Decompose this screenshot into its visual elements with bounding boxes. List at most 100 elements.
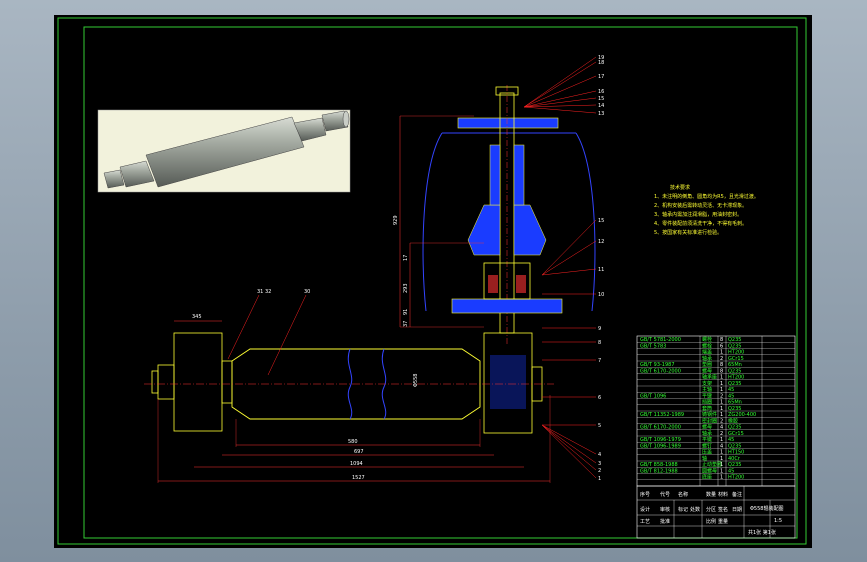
bom-material: 65Mn xyxy=(728,362,742,368)
bom-row: GB/T 812-1988 圆螺母 1 45 xyxy=(637,467,795,474)
balloon-top-16: 16 xyxy=(598,89,604,95)
bom-row: GB/T 1096-1979 平键 1 45 xyxy=(637,436,795,443)
technical-requirements: 技术要求 1、未注明的倒角、圆角均为R5，且光滑过渡。 2、机构安装后需转动灵活、无… xyxy=(654,184,759,236)
bom-row: GB/T 1096-1989 螺钉 4 Q235 xyxy=(637,442,795,449)
bom-name: 底座 xyxy=(702,474,712,481)
bom-name: 支架 xyxy=(702,380,712,387)
title-cell: 设计 xyxy=(640,506,650,513)
balloon-top-13: 13 xyxy=(598,111,604,117)
bom-material: HT200 xyxy=(728,350,744,356)
bom-qty: 2 xyxy=(720,431,723,437)
bom-name: 圆螺母 xyxy=(702,467,717,474)
title-cell: 签名 xyxy=(718,506,728,513)
bom-name: 铸钢件 xyxy=(702,411,717,418)
bom-qty: 2 xyxy=(720,393,723,399)
bom-code: GB/T 1096 xyxy=(640,393,666,399)
dim-h-580: 580 xyxy=(348,439,358,445)
bom-material: 40Cr xyxy=(728,456,741,462)
title-cell: 材料 xyxy=(718,491,728,498)
bom-material: Q235 xyxy=(728,406,741,412)
bom-name: 挡圈 xyxy=(702,399,712,406)
tech-note-5: 5、按国家有关标准进行检验。 xyxy=(654,229,722,236)
bom-qty: 1 xyxy=(720,412,723,418)
bom-material: HT200 xyxy=(728,375,744,381)
bom-material: GCr15 xyxy=(728,431,744,437)
dim-h-1527: 1527 xyxy=(352,475,365,481)
drawing-canvas[interactable]: 580 697 1094 1527 929 17 293 91 37 Φ558 345 123… xyxy=(54,15,812,548)
balloon-top-17: 17 xyxy=(598,74,604,80)
balloon-7: 7 xyxy=(598,358,601,364)
bom-name: 平键 xyxy=(702,436,712,443)
bom-code: GB/T 6170-2000 xyxy=(640,425,681,431)
bom-material: 65Mn xyxy=(728,400,742,406)
bom-qty: 1 xyxy=(720,475,723,481)
dim-v-91-3: 91 xyxy=(403,309,409,315)
balloon-1: 1 xyxy=(598,476,601,482)
balloon-9: 9 xyxy=(598,326,601,332)
bom-name: 螺钉 xyxy=(702,442,712,449)
bom-name: 螺母 xyxy=(702,424,712,431)
bom-name: 平键 xyxy=(702,392,712,399)
bom-row: GB/T 5783 螺栓 6 Q235 xyxy=(637,342,795,349)
tech-note-0: 技术要求 xyxy=(670,184,690,191)
title-cell: 日期 xyxy=(732,507,742,513)
title-cell: 备注 xyxy=(732,491,742,498)
balloon-top-19: 19 xyxy=(598,55,604,61)
bom-material: ZG200-400 xyxy=(728,412,756,418)
bom-code: GB/T 11352-1989 xyxy=(640,412,684,418)
tech-note-2: 2、机构安装后需转动灵活、无卡滞现象。 xyxy=(654,202,747,209)
bom-code: GB/T 5783 xyxy=(640,343,666,349)
title-cell: 标记 xyxy=(678,506,688,513)
bom-row: 轴 1 40Cr xyxy=(637,455,795,462)
bom-qty: 6 xyxy=(720,343,723,349)
bom-name: 轴 xyxy=(702,455,707,462)
bom-code: GB/T 93-1987 xyxy=(640,362,675,368)
dim-v-17-1: 17 xyxy=(403,255,409,261)
bom-material: 45 xyxy=(728,387,734,393)
bom-material: Q235 xyxy=(728,343,741,349)
bom-name: 密封圈 xyxy=(702,417,717,424)
bom-material: Q235 xyxy=(728,368,741,374)
bom-row: 端盖 1 HT200 xyxy=(637,349,795,356)
vertical-dimensions: 929 17 293 91 37 xyxy=(393,215,409,327)
balloon-top-14: 14 xyxy=(598,103,604,109)
bom-material: 45 xyxy=(728,437,734,443)
bom-code: GB/T 1096-1979 xyxy=(640,437,681,443)
bom-name: 压盖 xyxy=(702,449,712,456)
bom-row: 压盖 1 HT150 xyxy=(637,449,795,456)
bom-qty: 2 xyxy=(720,356,723,362)
bom-qty: 1 xyxy=(720,400,723,406)
bom-qty: 8 xyxy=(720,362,723,368)
dim-v-37-4: 37 xyxy=(403,321,409,327)
balloon-labels-right: 12345678910111215 xyxy=(598,218,604,482)
title-cell: 工艺 xyxy=(640,519,650,525)
bom-name: 螺母 xyxy=(702,367,712,374)
bom-qty: 8 xyxy=(720,368,723,374)
bom-row: GB/T 5781-2000 螺栓 8 Q235 xyxy=(637,336,795,343)
bom-row: GB/T 1096 平键 2 45 xyxy=(637,392,795,399)
balloon-2: 2 xyxy=(598,468,601,474)
title-block: 序号 代号 名称 数量 材料 备注设计 审核工艺 批准 标记 处数 分区 签名 日期比例 重量 Φ558辊… xyxy=(636,485,796,539)
bom-qty: 1 xyxy=(720,350,723,356)
bom-material: 橡胶 xyxy=(728,417,738,424)
bom-qty: 1 xyxy=(720,468,723,474)
title-cell: 比例 xyxy=(706,518,716,525)
bom-row: GB/T 11352-1989 铸钢件 1 ZG200-400 xyxy=(637,411,795,418)
balloon-30: 30 xyxy=(304,289,310,295)
title-cell: 处数 xyxy=(690,506,700,513)
bom-material: GCr15 xyxy=(728,356,744,362)
bom-code: GB/T 1096-1989 xyxy=(640,443,681,449)
bom-row: 密封圈 2 橡胶 xyxy=(637,417,795,424)
bom-qty: 1 xyxy=(720,462,723,468)
bom-material: Q235 xyxy=(728,337,741,343)
bom-row: GB/T 93-1987 垫圈 8 65Mn xyxy=(637,361,795,368)
bom-name: 螺栓 xyxy=(702,342,712,349)
balloon-4: 4 xyxy=(598,452,601,458)
bom-name: 止动垫圈 xyxy=(702,461,722,468)
bom-code: GB/T 6170-2000 xyxy=(640,368,681,374)
bom-material: Q235 xyxy=(728,443,741,449)
bom-name: 套筒 xyxy=(702,405,712,412)
drawing-scale: 1:5 xyxy=(774,518,782,524)
bom-qty: 1 xyxy=(720,456,723,462)
balloon-labels-left: 31 32 30 xyxy=(257,289,310,295)
